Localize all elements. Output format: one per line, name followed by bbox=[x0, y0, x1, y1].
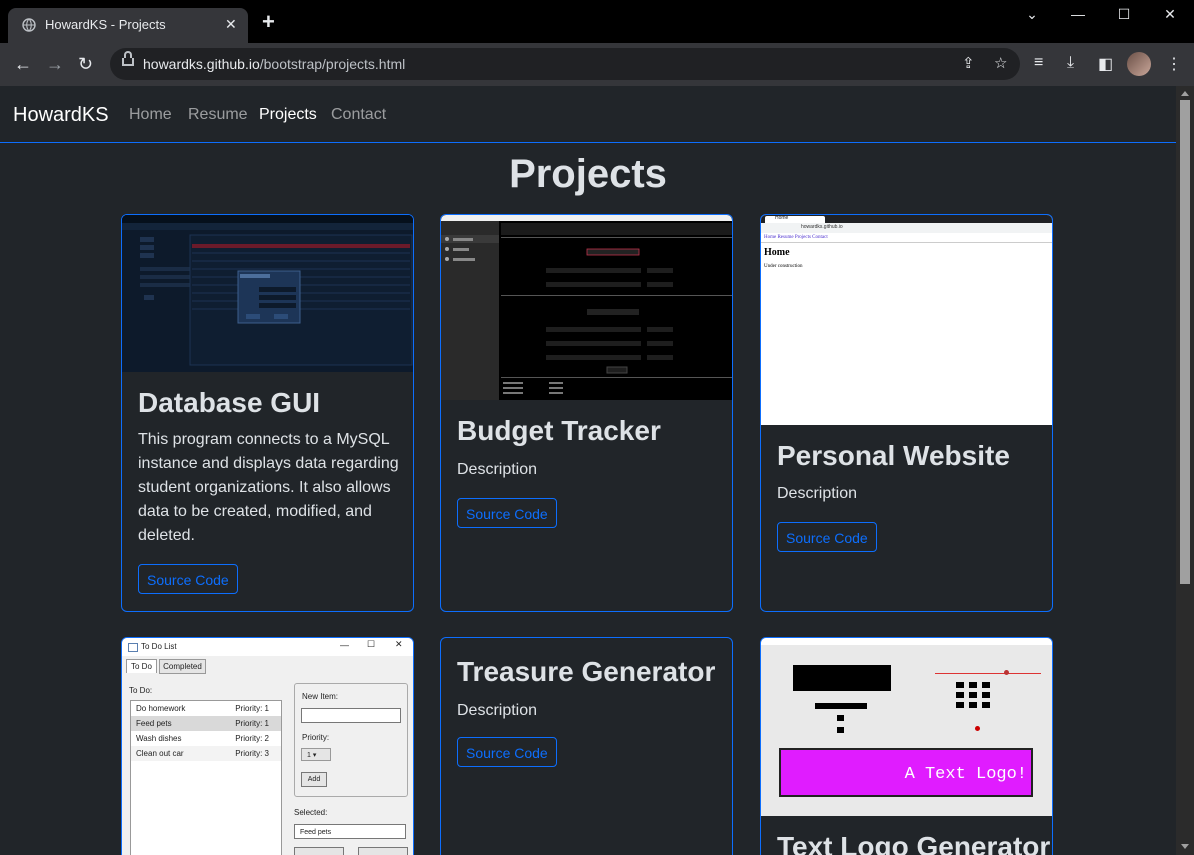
close-window-button[interactable]: ✕ bbox=[1155, 6, 1185, 23]
card-image-database-gui bbox=[122, 215, 413, 372]
project-card: Home howardks.github.io Home Resume Proj… bbox=[760, 214, 1053, 612]
card-image-todo-list: To Do List — ☐ ✕ To Do Completed To Do: … bbox=[122, 638, 413, 855]
download-icon[interactable]: ⤓ bbox=[1067, 54, 1074, 72]
page-scrollbar[interactable] bbox=[1176, 86, 1194, 855]
todo-row: Clean out car Priority: 3 bbox=[131, 746, 281, 761]
card-title: Database GUI bbox=[138, 387, 321, 418]
page-viewport: HowardKS Home Resume Projects Contact Pr… bbox=[0, 86, 1176, 855]
mini-links: Home Resume Projects Contact bbox=[764, 235, 828, 240]
close-tab-icon[interactable]: ✕ bbox=[225, 16, 237, 33]
mini-tab-title: Home bbox=[775, 215, 789, 221]
tab-title: HowardKS - Projects bbox=[45, 17, 166, 32]
nav-link-contact[interactable]: Contact bbox=[331, 106, 386, 124]
card-image-personal-website: Home howardks.github.io Home Resume Proj… bbox=[761, 215, 1052, 425]
menu-kebab-icon[interactable]: ⋮ bbox=[1166, 54, 1182, 74]
text-logo-banner: A Text Logo! bbox=[779, 748, 1033, 797]
browser-tabstrip: HowardKS - Projects ✕ + ⌄ — ☐ ✕ bbox=[0, 0, 1194, 43]
selected-label: Selected: bbox=[294, 808, 328, 817]
browser-toolbar: ← → ↻ howardks.github.io/bootstrap/proje… bbox=[0, 43, 1194, 86]
todo-new-item-group: New Item: Priority: 1 ▾ Add bbox=[294, 683, 408, 797]
card-text: Description bbox=[777, 485, 858, 502]
card-title: Treasure Generator bbox=[457, 656, 716, 687]
todo-tab-completed: Completed bbox=[159, 659, 206, 674]
reload-button[interactable]: ↻ bbox=[78, 54, 93, 74]
budget-tracker-screenshot bbox=[441, 215, 732, 400]
todo-window-title: To Do List bbox=[141, 642, 177, 651]
card-title: Budget Tracker bbox=[457, 415, 661, 446]
source-code-button[interactable]: Source Code bbox=[138, 564, 238, 594]
back-button[interactable]: ← bbox=[14, 54, 32, 74]
todo-row: Do homework Priority: 1 bbox=[136, 704, 269, 713]
card-image-text-logo: A Text Logo! bbox=[761, 638, 1052, 816]
card-text: Description bbox=[457, 702, 538, 719]
mini-body: Under construction bbox=[764, 264, 803, 269]
todo-tab-todo: To Do bbox=[126, 659, 157, 673]
scroll-thumb[interactable] bbox=[1180, 100, 1190, 584]
source-code-button[interactable]: Source Code bbox=[777, 522, 877, 552]
side-panel-icon[interactable]: ◧ bbox=[1098, 54, 1113, 74]
project-card: Budget Tracker Description Source Code bbox=[440, 214, 733, 612]
todo-tabs: To Do Completed bbox=[126, 659, 206, 674]
scroll-down-arrow[interactable] bbox=[1181, 844, 1189, 849]
mini-url: howardks.github.io bbox=[801, 224, 843, 230]
project-card: Treasure Generator Description Source Co… bbox=[440, 637, 733, 855]
card-title: Personal Website bbox=[777, 440, 1010, 471]
navbar-brand[interactable]: HowardKS bbox=[13, 104, 109, 127]
url-text[interactable]: howardks.github.io/bootstrap/projects.ht… bbox=[143, 56, 405, 72]
selected-field: Feed pets bbox=[294, 824, 406, 839]
new-item-label: New Item: bbox=[302, 692, 339, 701]
new-tab-button[interactable]: + bbox=[262, 11, 275, 33]
page-title: Projects bbox=[509, 152, 667, 196]
todo-row: Wash dishes Priority: 2 bbox=[136, 734, 269, 743]
nav-link-home[interactable]: Home bbox=[129, 106, 172, 124]
todo-list-label: To Do: bbox=[129, 686, 153, 695]
todo-window: To Do List — ☐ ✕ To Do Completed To Do: … bbox=[122, 638, 413, 855]
source-code-button[interactable]: Source Code bbox=[457, 498, 557, 528]
profile-avatar[interactable] bbox=[1127, 52, 1151, 76]
database-gui-screenshot bbox=[122, 215, 413, 372]
todo-list: Do homework Priority: 1 Feed pets Priority… bbox=[130, 700, 282, 855]
browser-tab[interactable]: HowardKS - Projects ✕ bbox=[8, 8, 248, 43]
mini-heading: Home bbox=[764, 247, 790, 258]
globe-icon bbox=[22, 18, 36, 32]
priority-label: Priority: bbox=[302, 733, 330, 742]
project-card: To Do List — ☐ ✕ To Do Completed To Do: … bbox=[121, 637, 414, 855]
nav-link-projects[interactable]: Projects bbox=[259, 106, 317, 124]
nav-link-resume[interactable]: Resume bbox=[188, 106, 248, 124]
card-title: Text Logo Generator bbox=[777, 831, 1051, 855]
bookmark-star-icon[interactable]: ☆ bbox=[994, 54, 1007, 72]
lock-icon bbox=[122, 51, 134, 66]
scroll-up-arrow[interactable] bbox=[1181, 91, 1189, 96]
new-item-input bbox=[301, 708, 401, 723]
source-code-button[interactable]: Source Code bbox=[457, 737, 557, 767]
add-button: Add bbox=[301, 772, 327, 787]
tab-search-icon[interactable]: ⌄ bbox=[1017, 6, 1047, 23]
logo-app-window: A Text Logo! bbox=[761, 638, 1052, 816]
todo-row: Feed pets Priority: 1 bbox=[131, 716, 281, 731]
share-icon[interactable]: ⇪ bbox=[962, 54, 975, 72]
todo-titlebar: To Do List — ☐ ✕ bbox=[122, 638, 413, 656]
project-card: A Text Logo! Text Logo Generator bbox=[760, 637, 1053, 855]
site-navbar: HowardKS Home Resume Projects Contact bbox=[0, 86, 1176, 143]
minimize-button[interactable]: — bbox=[1063, 6, 1093, 22]
card-text: This program connects to a MySQL instanc… bbox=[138, 431, 399, 544]
maximize-button[interactable]: ☐ bbox=[1109, 6, 1139, 23]
priority-select: 1 ▾ bbox=[301, 748, 331, 761]
media-queue-icon[interactable]: ≡ bbox=[1034, 54, 1043, 72]
forward-button[interactable]: → bbox=[46, 54, 64, 74]
card-text: Description bbox=[457, 461, 538, 478]
card-image-budget-tracker bbox=[441, 215, 732, 400]
project-card: Database GUI This program connects to a … bbox=[121, 214, 414, 612]
address-bar[interactable]: howardks.github.io/bootstrap/projects.ht… bbox=[110, 48, 1020, 80]
